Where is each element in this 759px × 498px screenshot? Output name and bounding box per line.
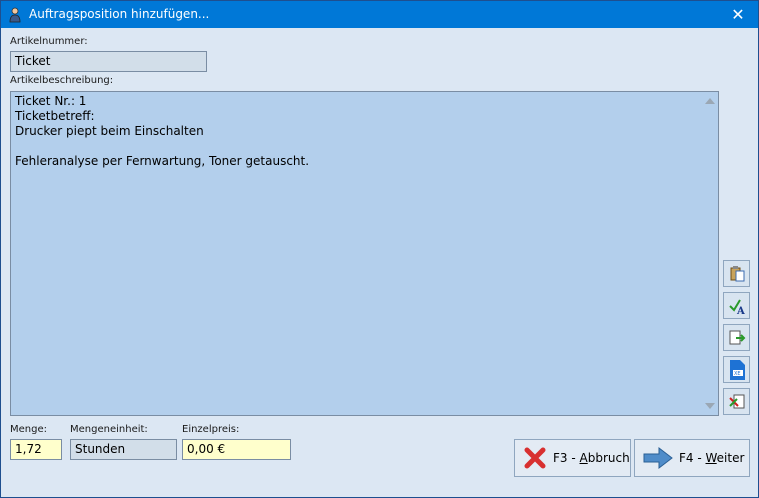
memo-scrollbar[interactable]: [701, 92, 718, 415]
menge-field[interactable]: 1,72: [10, 439, 62, 460]
mengeneinheit-label: Mengeneinheit:: [70, 424, 148, 435]
spellcheck-icon: A: [728, 298, 745, 315]
cancel-label: F3 - Abbruch: [553, 451, 630, 465]
scroll-up-icon[interactable]: [705, 98, 715, 104]
next-label: F4 - Weiter: [679, 451, 745, 465]
export-icon: XE: [729, 359, 745, 380]
dialog-window: Auftragsposition hinzufügen... ✕ Artikel…: [0, 0, 759, 498]
replace-icon: [728, 394, 744, 408]
mengeneinheit-field[interactable]: Stunden: [70, 439, 177, 460]
window-title: Auftragsposition hinzufügen...: [29, 7, 210, 21]
paste-button[interactable]: [723, 260, 750, 287]
export-button[interactable]: XE: [723, 356, 750, 383]
insert-icon: [729, 330, 745, 344]
artikelnummer-label: Artikelnummer:: [10, 36, 88, 47]
artikelbeschreibung-memo[interactable]: Ticket Nr.: 1 Ticketbetreff: Drucker pie…: [10, 91, 719, 416]
spellcheck-button[interactable]: A: [723, 292, 750, 319]
einzelpreis-field[interactable]: 0,00 €: [182, 439, 291, 460]
cancel-x-icon: [523, 446, 547, 470]
app-person-icon: [9, 7, 21, 23]
close-icon[interactable]: ✕: [718, 1, 758, 28]
svg-text:XE: XE: [734, 371, 741, 377]
next-button[interactable]: F4 - Weiter: [634, 439, 750, 477]
scroll-down-icon[interactable]: [705, 403, 715, 409]
paste-icon: [730, 265, 744, 281]
svg-text:A: A: [736, 306, 745, 315]
artikelnummer-field[interactable]: Ticket: [10, 51, 207, 72]
einzelpreis-label: Einzelpreis:: [182, 424, 240, 435]
menge-label: Menge:: [10, 424, 47, 435]
artikelbeschreibung-label: Artikelbeschreibung:: [10, 75, 114, 86]
insert-button[interactable]: [723, 324, 750, 351]
title-bar: Auftragsposition hinzufügen... ✕: [1, 1, 758, 28]
replace-button[interactable]: [723, 388, 750, 415]
arrow-right-icon: [643, 446, 673, 470]
memo-text[interactable]: Ticket Nr.: 1 Ticketbetreff: Drucker pie…: [15, 94, 698, 169]
cancel-button[interactable]: F3 - Abbruch: [514, 439, 631, 477]
